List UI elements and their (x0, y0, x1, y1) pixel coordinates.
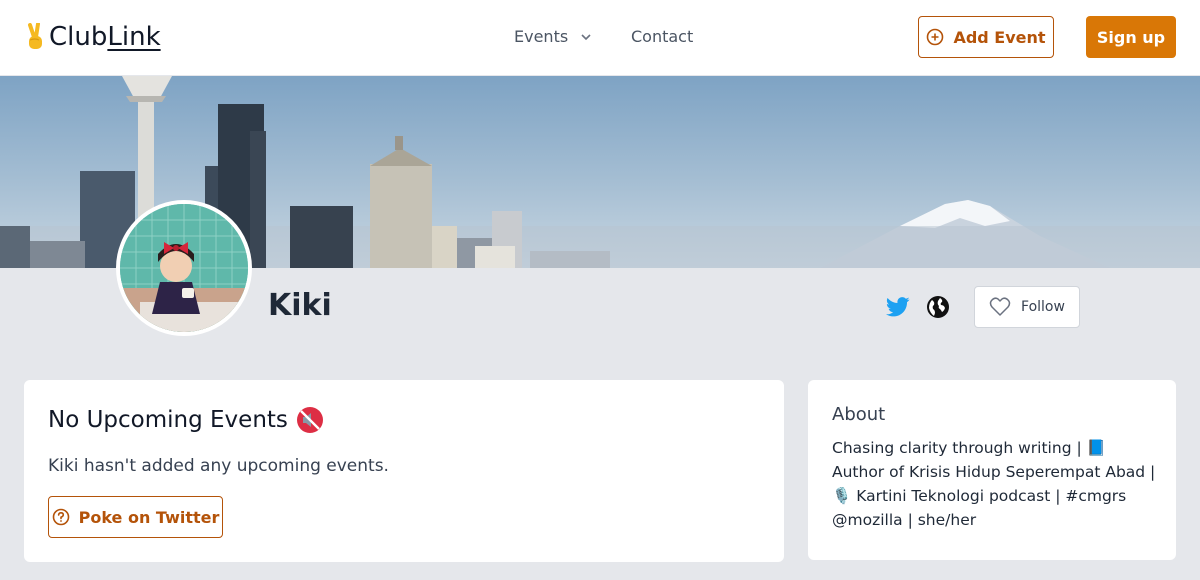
logo-club-text: Club (49, 22, 108, 52)
muted-speaker-icon (296, 407, 323, 433)
poke-on-twitter-button[interactable]: Poke on Twitter (48, 496, 223, 538)
follow-button[interactable]: Follow (974, 286, 1080, 328)
signup-label: Sign up (1096, 27, 1166, 47)
add-event-button[interactable]: Add Event (918, 16, 1054, 58)
about-title: About (832, 404, 886, 425)
twitter-icon[interactable] (886, 296, 910, 318)
nav-events-label: Events (514, 27, 569, 46)
victory-hand-icon (28, 23, 42, 49)
events-card-title: No Upcoming Events (48, 406, 324, 434)
question-circle-icon (52, 508, 69, 526)
avatar-illustration (120, 204, 248, 332)
profile-name: Kiki (268, 288, 332, 323)
nav-contact-link[interactable]: Contact (631, 27, 693, 46)
add-event-label: Add Event (953, 27, 1046, 47)
clublink-logo[interactable]: Club Link (25, 22, 161, 52)
upcoming-events-card: No Upcoming Events Kiki hasn't added any… (24, 380, 784, 562)
signup-button[interactable]: Sign up (1086, 16, 1176, 58)
plus-circle-icon (927, 28, 944, 46)
about-bio: Chasing clarity through writing | 📘 Auth… (832, 439, 1156, 529)
poke-label: Poke on Twitter (78, 507, 220, 527)
heart-icon (989, 297, 1011, 316)
profile-avatar (116, 200, 252, 336)
nav-contact-label: Contact (631, 27, 694, 46)
events-title-text: No Upcoming Events (48, 407, 288, 433)
globe-icon[interactable] (926, 295, 950, 319)
about-card: About Chasing clarity through writing | … (808, 380, 1176, 560)
nav-events-dropdown[interactable]: Events (514, 27, 592, 46)
no-events-message: Kiki hasn't added any upcoming events. (48, 456, 389, 476)
top-navbar: Club Link Events Contact Add Event Sign u… (0, 0, 1200, 76)
follow-label: Follow (1021, 299, 1065, 315)
logo-link-text: Link (107, 22, 161, 52)
chevron-down-icon (581, 33, 591, 40)
